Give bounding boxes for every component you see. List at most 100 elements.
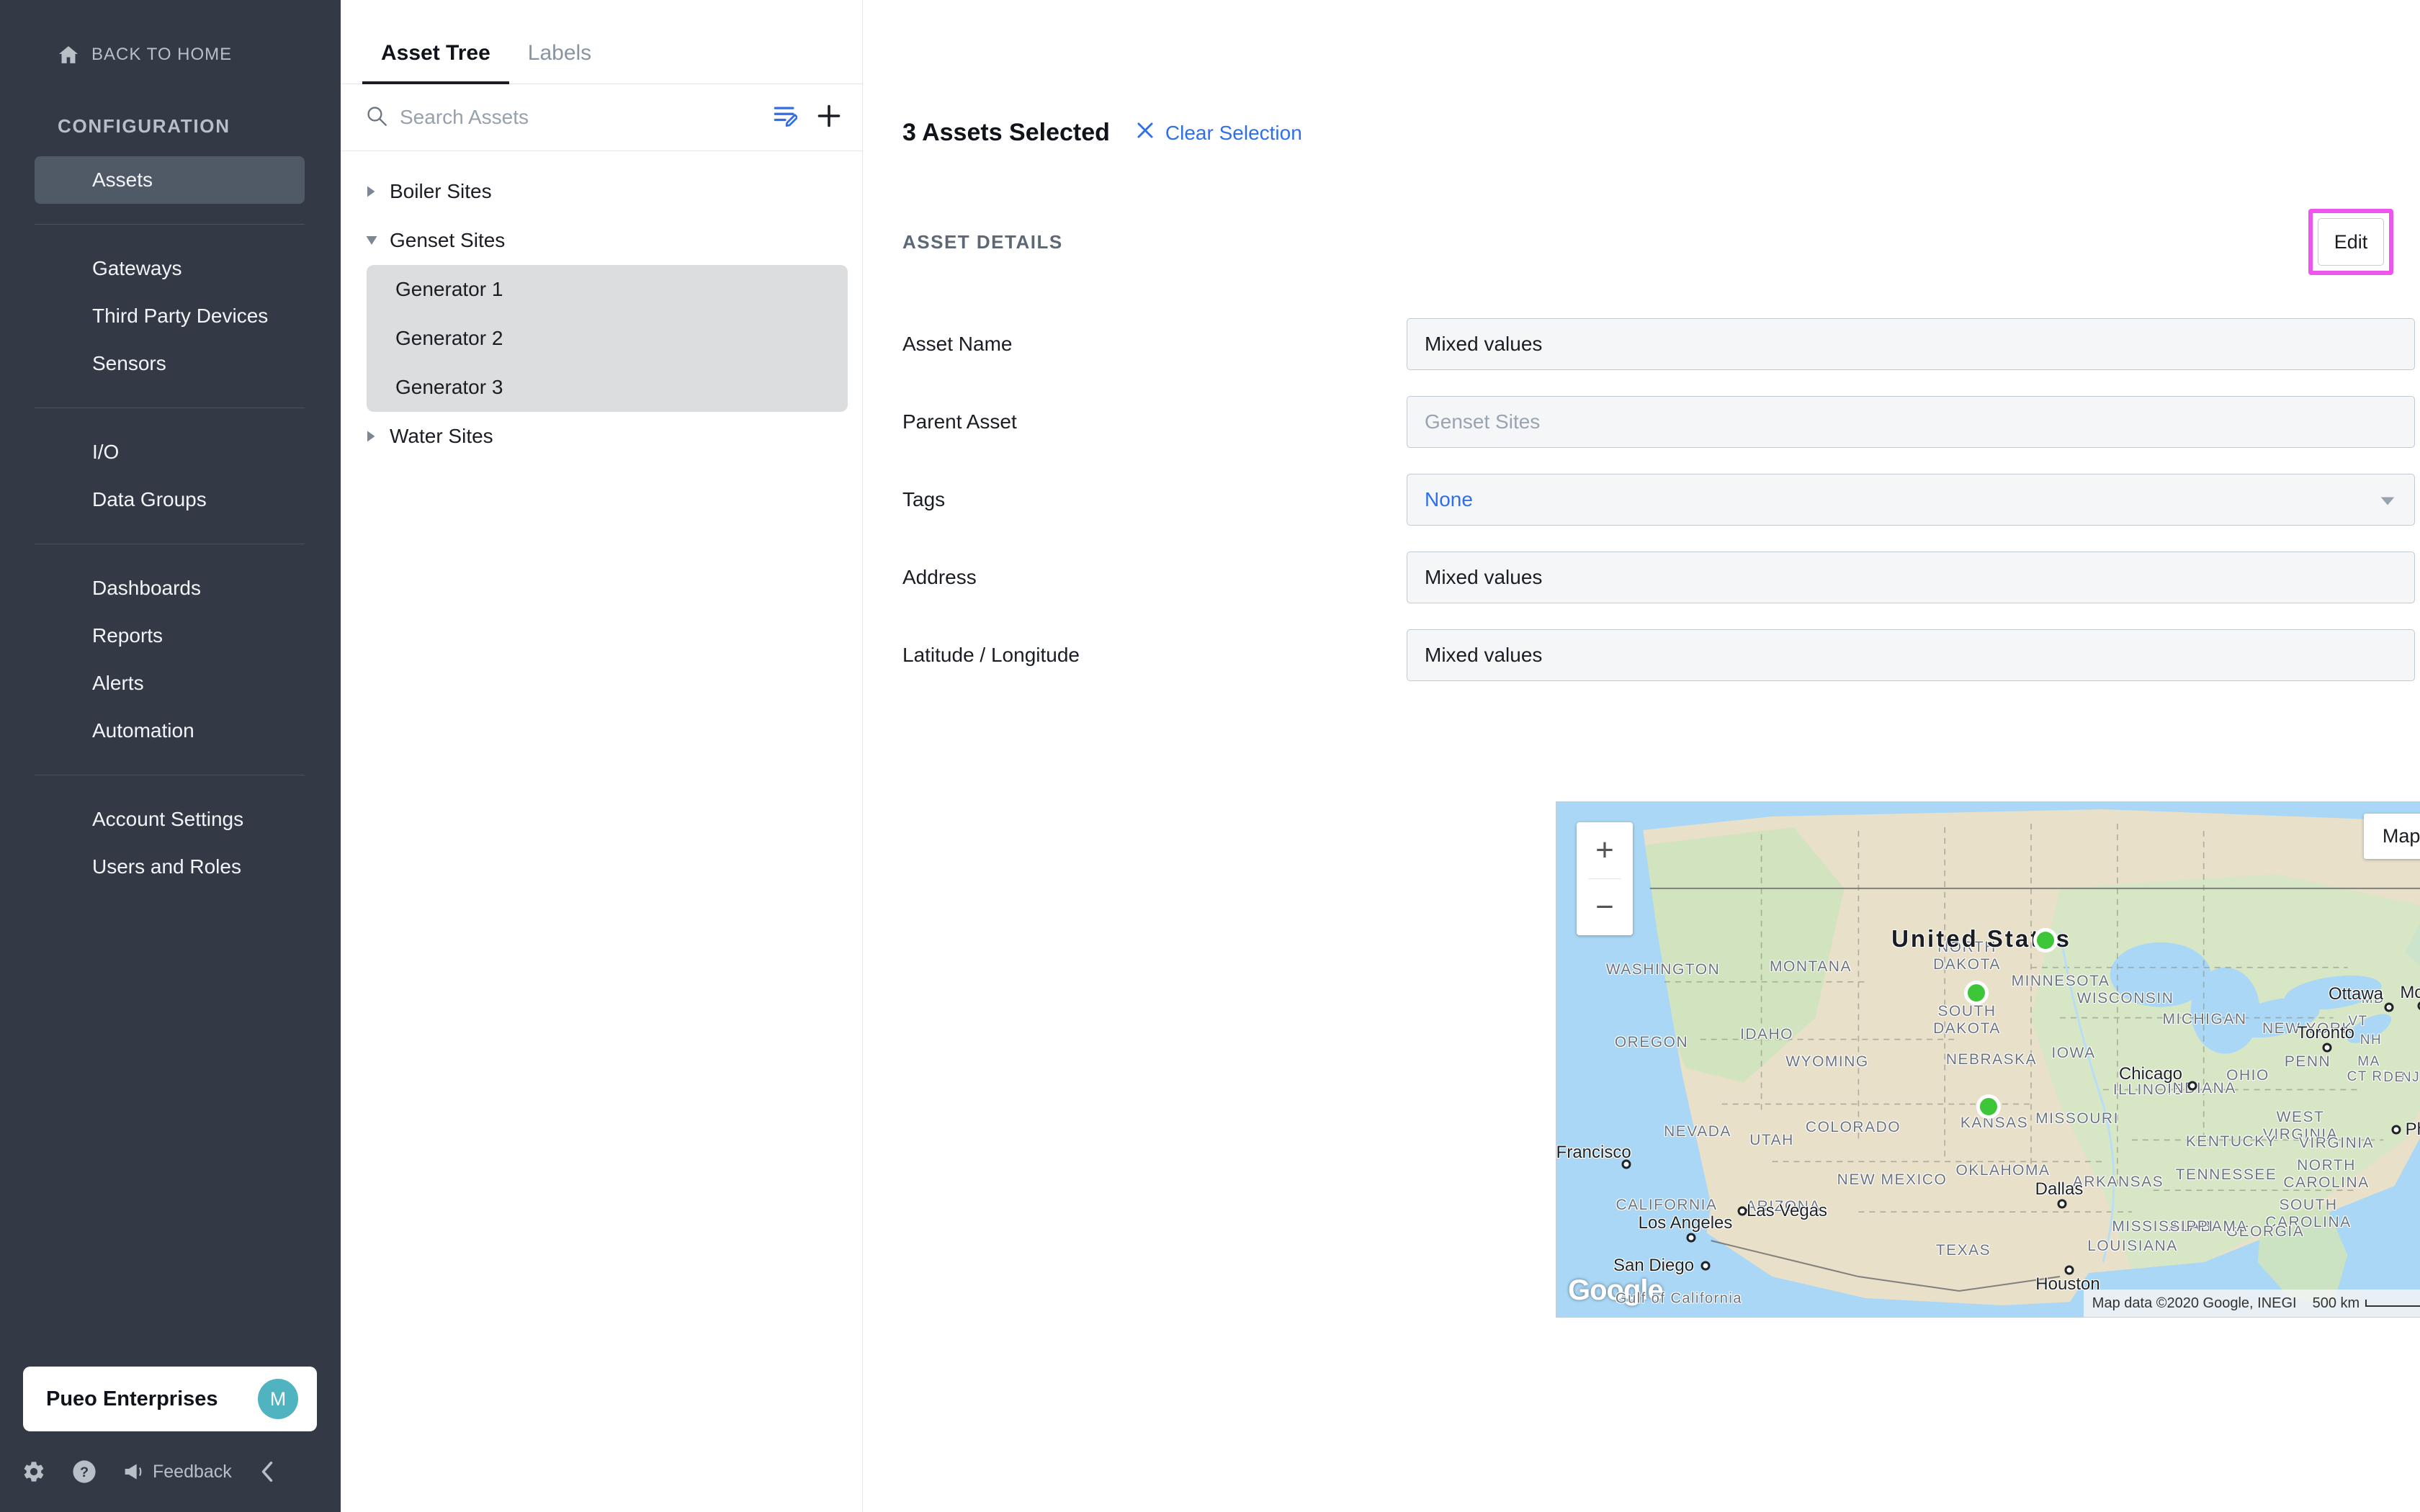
feedback-button[interactable]: Feedback [122,1462,232,1482]
map-region-label: CALIFORNIA [1615,1197,1718,1213]
map-city-label: Toronto [2296,1023,2355,1043]
asset-details-form: Asset Name Mixed values Parent Asset Gen… [863,275,2420,681]
chevron-right-icon[interactable] [359,185,384,198]
map-region-label: MINNESOTA [2011,973,2110,989]
map-region-label: WISCONSIN [2076,990,2174,1007]
field-asset-name: Asset Name Mixed values [902,318,2420,370]
map-city-label: Chicago [2118,1064,2183,1084]
sidebar-item-label: Dashboards [92,577,201,599]
map-city-label: Ottawa [2328,984,2384,1004]
map-city-label: Dallas [2035,1179,2084,1199]
tab-asset-tree[interactable]: Asset Tree [362,41,509,84]
map-region-label: MISSOURI [2035,1110,2119,1127]
map-city-label: Houston [2035,1274,2100,1294]
sidebar: BACK TO HOME CONFIGURATION Assets Gatewa… [0,0,341,1512]
map-city-dot [2187,1081,2197,1091]
sidebar-item-third-party-devices[interactable]: Third Party Devices [35,292,305,340]
map-region-label: TENNESSEE [2175,1166,2277,1183]
map-options-label: Map Options [2382,825,2420,847]
map-city-label: Montreal [2400,983,2420,1002]
tags-select[interactable]: None [1407,474,2415,526]
close-icon [1136,121,1155,145]
search-row-actions [773,103,842,132]
zoom-out-button[interactable]: − [1577,879,1633,935]
map-region-label: CT RI [2347,1069,2388,1084]
sidebar-item-gateways[interactable]: Gateways [35,245,305,292]
tree-leaf-generator-3[interactable]: Generator 3 [367,363,848,412]
sidebar-item-label: Assets [92,168,153,191]
sidebar-divider [35,224,305,225]
map-city-label: Los Angeles [1638,1213,1733,1233]
map-region-label: NEBRASKA [1945,1051,2038,1068]
back-to-home-link[interactable]: BACK TO HOME [0,0,341,65]
search-input[interactable] [400,106,760,129]
search-icon [367,106,387,130]
zoom-in-button[interactable]: + [1577,822,1633,878]
tree-node-water-sites[interactable]: Water Sites [341,412,862,461]
gear-icon[interactable] [22,1459,46,1484]
add-asset-icon[interactable] [816,103,842,132]
field-label: Asset Name [902,333,1013,355]
map-region-label: NEVADA [1664,1123,1731,1140]
asset-map[interactable]: + − Map Options Google Map data © [1556,801,2420,1318]
map-region-label: LOUISIANA [2087,1238,2178,1254]
tree-node-genset-sites[interactable]: Genset Sites [341,216,862,265]
parent-asset-input[interactable]: Genset Sites [1407,396,2415,448]
sidebar-item-io[interactable]: I/O [35,428,305,476]
map-city-dot [2391,1125,2401,1135]
map-options-button[interactable]: Map Options [2363,814,2420,859]
tab-labels[interactable]: Labels [509,41,610,84]
field-label: Parent Asset [902,410,1017,433]
map-attribution: Map data ©2020 Google, INEGI 500 km Term… [2083,1290,2420,1317]
sidebar-item-users-and-roles[interactable]: Users and Roles [35,843,305,891]
chevron-down-icon [2380,488,2396,511]
sidebar-item-data-groups[interactable]: Data Groups [35,476,305,523]
feedback-label: Feedback [153,1461,232,1482]
edit-button[interactable]: Edit [2318,218,2384,266]
sidebar-item-alerts[interactable]: Alerts [35,660,305,707]
address-input[interactable]: Mixed values [1407,552,2415,603]
tree-leaf-generator-2[interactable]: Generator 2 [367,314,848,363]
sidebar-item-label: I/O [92,441,120,463]
avatar: M [258,1379,298,1419]
sidebar-item-reports[interactable]: Reports [35,612,305,660]
sidebar-item-sensors[interactable]: Sensors [35,340,305,387]
map-asset-marker[interactable] [1976,1094,2001,1119]
tree-node-boiler-sites[interactable]: Boiler Sites [341,167,862,216]
help-icon[interactable]: ? [72,1459,97,1484]
map-region-label: Gulf of California [1615,1290,1742,1307]
sidebar-item-account-settings[interactable]: Account Settings [35,796,305,843]
sidebar-item-label: Third Party Devices [92,305,269,327]
asset-tree-panel: Asset Tree Labels Search Assets Boiler S… [341,0,863,1512]
collapse-sidebar-icon[interactable] [258,1461,277,1482]
sidebar-item-automation[interactable]: Automation [35,707,305,755]
sidebar-item-assets[interactable]: Assets [35,156,305,204]
clear-selection-button[interactable]: Clear Selection [1136,121,1302,145]
sidebar-item-dashboards[interactable]: Dashboards [35,564,305,612]
map-asset-marker[interactable] [1964,981,1989,1005]
map-region-label: ARKANSAS [2072,1174,2164,1190]
tree-leaf-generator-1[interactable]: Generator 1 [367,265,848,314]
map-region-label: NORTH CAROLINA [2283,1157,2370,1191]
app-root: BACK TO HOME CONFIGURATION Assets Gatewa… [0,0,2420,1512]
map-region-label: VIRGINIA [2298,1135,2375,1151]
map-asset-marker[interactable] [2033,928,2058,953]
sidebar-item-label: Alerts [92,672,144,694]
map-city-label: San Francisco [1556,1143,1631,1162]
lat-long-input[interactable]: Mixed values [1407,629,2415,681]
map-city-dot [1700,1261,1711,1271]
sidebar-section-title: CONFIGURATION [58,115,230,137]
chevron-down-icon[interactable] [359,235,384,246]
field-tags: Tags None [902,474,2420,526]
map-region-label: IDAHO [1739,1026,1794,1043]
field-label: Tags [902,488,946,510]
bulk-edit-icon[interactable] [773,105,799,130]
sidebar-item-label: Account Settings [92,808,244,830]
asset-name-input[interactable]: Mixed values [1407,318,2415,370]
map-region-label: DE [2383,1070,2405,1085]
tree-node-label: Water Sites [390,425,493,447]
field-label: Latitude / Longitude [902,644,1080,666]
organization-card[interactable]: Pueo Enterprises M [23,1367,317,1431]
chevron-right-icon[interactable] [359,430,384,443]
tree-leaf-label: Generator 2 [395,327,503,349]
